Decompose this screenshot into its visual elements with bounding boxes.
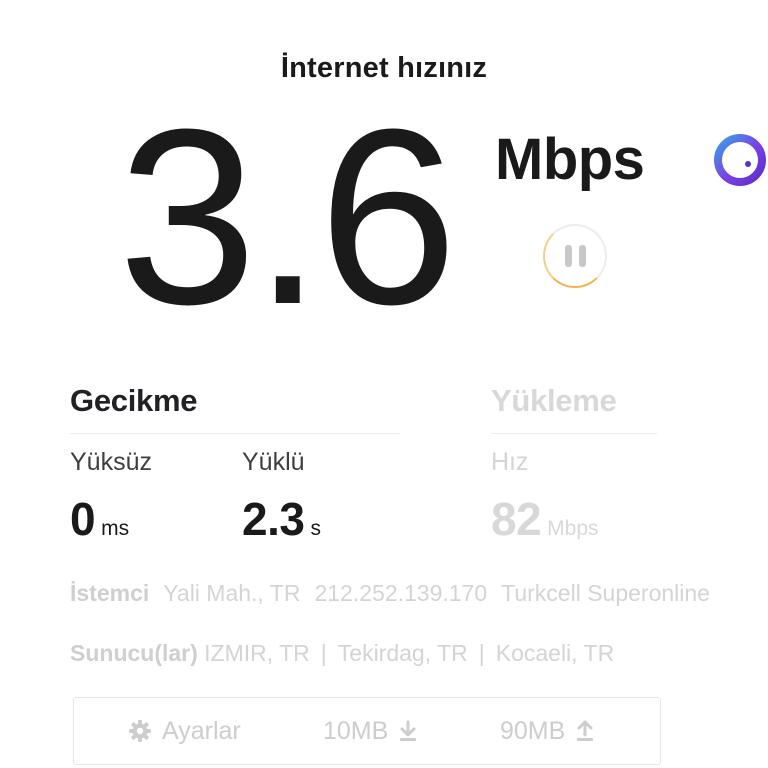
- latency-heading: Gecikme: [70, 383, 198, 418]
- upload-size-button[interactable]: 90MB: [500, 698, 595, 764]
- latency-divider: [70, 433, 400, 434]
- upload-speed-label: Hız: [491, 448, 529, 476]
- speed-value: 3.6: [118, 77, 458, 356]
- loaded-latency-number: 2.3: [242, 493, 305, 545]
- download-size-button[interactable]: 10MB: [323, 698, 418, 764]
- server-item: IZMIR, TR: [204, 640, 310, 666]
- brand-ring-icon[interactable]: [712, 132, 768, 188]
- loaded-latency-unit: s: [310, 517, 321, 540]
- upload-speed-unit: Mbps: [547, 517, 599, 540]
- pause-button[interactable]: [543, 224, 607, 288]
- upload-divider: [491, 433, 657, 434]
- upload-speed-number: 82: [491, 493, 542, 545]
- settings-bar: Ayarlar 10MB 90MB: [73, 697, 661, 765]
- unloaded-latency-unit: ms: [101, 517, 130, 540]
- server-item: Kocaeli, TR: [495, 640, 615, 666]
- client-isp: Turkcell Superonline: [501, 580, 710, 606]
- client-location: Yali Mah., TR: [163, 580, 301, 606]
- download-size-label: 10MB: [323, 716, 389, 745]
- upload-arrow-icon: [577, 720, 594, 741]
- loaded-latency-label: Yüklü: [242, 448, 305, 476]
- pause-icon: [564, 245, 586, 267]
- client-ip: 212.252.139.170: [314, 580, 488, 606]
- server-label: Sunucu(lar): [70, 640, 198, 666]
- client-info: İstemci Yali Mah., TR 212.252.139.170 Turkc…: [70, 578, 710, 608]
- unloaded-latency-number: 0: [70, 493, 96, 545]
- speed-unit: Mbps: [495, 127, 645, 192]
- server-info: Sunucu(lar) IZMIR, TR | Tekirdag, TR | Kocae…: [70, 640, 615, 666]
- client-label: İstemci: [70, 580, 150, 606]
- settings-label: Ayarlar: [162, 716, 241, 745]
- upload-size-label: 90MB: [500, 716, 566, 745]
- upload-speed-value: 82 Mbps: [491, 492, 599, 546]
- server-item: Tekirdag, TR: [337, 640, 468, 666]
- unloaded-latency-label: Yüksüz: [70, 448, 152, 476]
- download-arrow-icon: [400, 720, 417, 741]
- unloaded-latency-value: 0 ms: [70, 492, 129, 546]
- settings-button[interactable]: Ayarlar: [128, 698, 241, 764]
- gear-icon: [129, 720, 151, 742]
- upload-heading: Yükleme: [491, 383, 617, 418]
- speed-test-page: İnternet hızınız 3.6 Mbps Gecikme Yüksüz…: [0, 0, 768, 768]
- loaded-latency-value: 2.3 s: [242, 492, 321, 546]
